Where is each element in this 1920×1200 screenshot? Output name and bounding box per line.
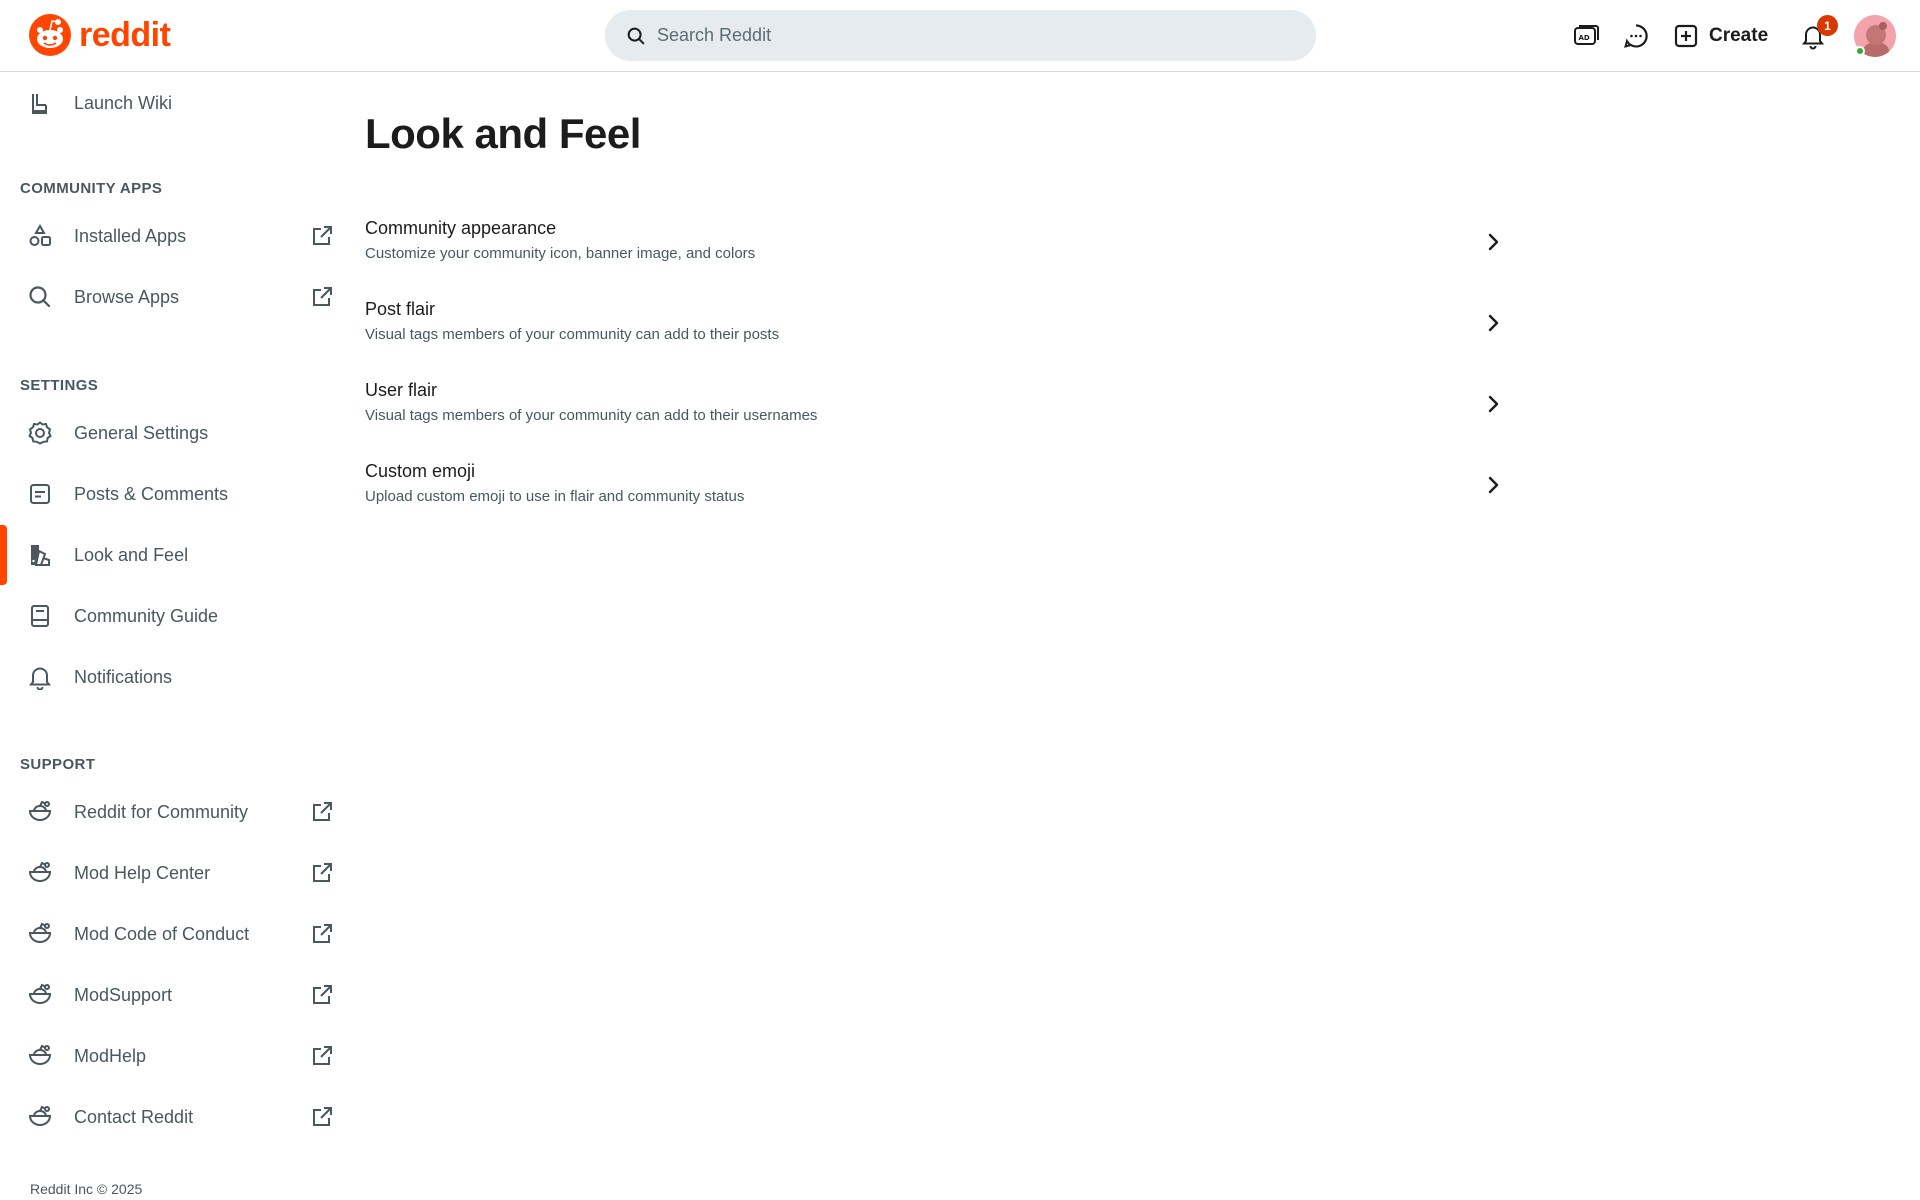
community-bowl-icon [27,799,53,825]
sidebar-item-posts-comments[interactable]: Posts & Comments [0,464,345,524]
setting-post-flair[interactable]: Post flair Visual tags members of your c… [365,299,1505,361]
section-title-support: SUPPORT [20,756,96,773]
sidebar-item-label: ModSupport [74,984,173,1005]
sidebar-item-label: Notifications [74,666,173,687]
copyright-text: Reddit Inc © 2025 [30,1181,143,1197]
setting-title: User flair [365,380,438,400]
search-bar[interactable] [605,10,1316,61]
setting-description: Visual tags members of your community ca… [365,407,818,424]
external-link-icon [310,285,334,309]
chat-icon [1624,24,1648,48]
external-link-icon [310,800,334,824]
posts-icon [27,481,53,507]
sidebar-item-label: Contact Reddit [74,1106,194,1127]
setting-title: Community appearance [365,218,557,238]
page-title: Look and Feel [365,110,641,157]
reddit-logo-icon [29,14,71,56]
external-link-icon [310,983,334,1007]
reddit-logo[interactable]: reddit [29,14,171,56]
sidebar-item-look-and-feel[interactable]: Look and Feel [0,525,345,585]
create-button[interactable]: Create [1673,16,1768,56]
chevron-right-icon [1481,392,1505,416]
brush-icon [27,542,53,568]
sidebar-item-label: Launch Wiki [74,92,173,113]
advertise-icon: AD [1574,25,1599,45]
left-sidebar: Launch Wiki COMMUNITY APPS Installed App… [0,73,345,1200]
community-bowl-icon [27,921,53,947]
wiki-icon [27,90,53,116]
sidebar-item-modsupport[interactable]: ModSupport [0,965,345,1025]
create-plus-icon [1674,24,1698,48]
gear-icon [27,420,53,446]
external-link-icon [310,922,334,946]
setting-community-appearance[interactable]: Community appearance Customize your comm… [365,218,1505,280]
setting-user-flair[interactable]: User flair Visual tags members of your c… [365,380,1505,442]
community-bowl-icon [27,982,53,1008]
advertise-button[interactable]: AD [1570,20,1602,52]
search-icon [27,284,53,310]
bell-icon [27,664,53,690]
setting-custom-emoji[interactable]: Custom emoji Upload custom emoji to use … [365,461,1505,523]
sidebar-item-mod-code-of-conduct[interactable]: Mod Code of Conduct [0,904,345,964]
community-bowl-icon [27,860,53,886]
external-link-icon [310,1044,334,1068]
setting-description: Customize your community icon, banner im… [365,245,756,262]
sidebar-item-label: ModHelp [74,1045,147,1066]
external-link-icon [310,224,334,248]
community-bowl-icon [27,1104,53,1130]
sidebar-item-label: Mod Code of Conduct [74,923,250,944]
sidebar-item-community-guide[interactable]: Community Guide [0,586,345,646]
external-link-icon [310,1105,334,1129]
search-input[interactable] [657,25,1257,46]
logo-wordmark: reddit [79,16,171,54]
community-bowl-icon [27,1043,53,1069]
sidebar-item-label: Community Guide [74,605,219,626]
apps-icon [27,223,53,249]
online-status-dot [1855,46,1865,56]
chat-button[interactable] [1620,20,1652,52]
sidebar-item-mod-help-center[interactable]: Mod Help Center [0,843,345,903]
setting-description: Visual tags members of your community ca… [365,326,780,343]
setting-description: Upload custom emoji to use in flair and … [365,488,745,505]
guide-icon [27,603,53,629]
setting-title: Post flair [365,299,436,319]
sidebar-item-label: Mod Help Center [74,862,211,883]
chevron-right-icon [1481,311,1505,335]
sidebar-item-label: Reddit for Community [74,801,249,822]
sidebar-item-reddit-for-community[interactable]: Reddit for Community [0,782,345,842]
sidebar-item-installed-apps[interactable]: Installed Apps [0,206,345,266]
sidebar-item-general-settings[interactable]: General Settings [0,403,345,463]
create-label: Create [1709,25,1769,46]
notification-count-badge: 1 [1817,15,1838,36]
external-link-icon [310,861,334,885]
section-title-community-apps: COMMUNITY APPS [20,180,163,197]
chevron-right-icon [1481,230,1505,254]
sidebar-item-browse-apps[interactable]: Browse Apps [0,267,345,327]
active-indicator [0,525,7,585]
sidebar-item-label: Installed Apps [74,225,187,246]
setting-title: Custom emoji [365,461,476,481]
sidebar-item-label: Browse Apps [74,286,180,307]
search-icon [627,27,645,44]
top-header: reddit AD Create [0,0,1920,72]
sidebar-item-notifications[interactable]: Notifications [0,647,345,707]
sidebar-item-label: Posts & Comments [74,483,229,504]
sidebar-item-modhelp[interactable]: ModHelp [0,1026,345,1086]
sidebar-item-contact-reddit[interactable]: Contact Reddit [0,1087,345,1147]
sidebar-item-label: General Settings [74,422,209,443]
sidebar-item-label: Look and Feel [74,544,189,565]
svg-text:AD: AD [1579,34,1590,42]
chevron-right-icon [1481,473,1505,497]
section-title-settings: SETTINGS [20,377,99,394]
sidebar-item-launch-wiki[interactable]: Launch Wiki [0,73,345,133]
